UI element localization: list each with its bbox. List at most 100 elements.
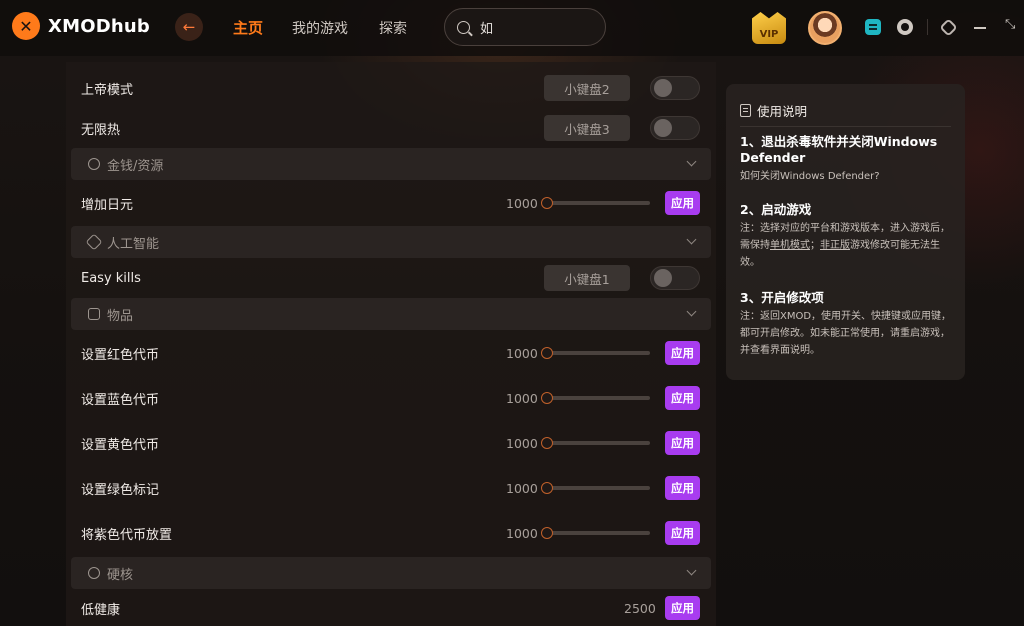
apply-button[interactable]: 应用 (665, 341, 700, 365)
non-official-text: 非正版 (820, 240, 850, 251)
value-slider[interactable] (541, 197, 650, 209)
section-money[interactable]: 金钱/资源 (71, 148, 711, 180)
section-items[interactable]: 物品 (71, 298, 711, 330)
mod-row-purple-token: 将紫色代币放置 1000 应用 (66, 513, 716, 553)
apply-button[interactable]: 应用 (665, 431, 700, 455)
single-player-mode-text: 单机模式 (770, 240, 810, 251)
toggle-knob (654, 79, 672, 97)
value-slider[interactable] (541, 437, 650, 449)
maximize-icon[interactable]: ⤡ (1005, 17, 1019, 33)
mod-label: 低健康 (81, 602, 121, 618)
apply-button[interactable]: 应用 (665, 521, 700, 545)
mod-label: Easy kills (81, 270, 141, 286)
vip-badge[interactable]: VIP (752, 12, 786, 44)
user-avatar[interactable] (808, 11, 842, 45)
back-button[interactable]: ← (175, 13, 203, 41)
mod-label: 上帝模式 (81, 82, 134, 98)
slider-thumb[interactable] (541, 437, 553, 449)
section-label: 物品 (107, 308, 134, 324)
section-label: 硬核 (107, 567, 134, 583)
gamepad-icon[interactable] (865, 19, 881, 35)
value-slider[interactable] (541, 347, 650, 359)
slider-value: 1000 (506, 525, 538, 541)
chevron-down-icon (686, 565, 697, 576)
step-3-title: 3、开启修改项 (740, 290, 824, 305)
xmod-logo-icon: ✕ (12, 12, 40, 40)
apply-button[interactable]: 应用 (665, 191, 700, 215)
apply-button[interactable]: 应用 (665, 476, 700, 500)
slider-thumb[interactable] (541, 392, 553, 404)
chevron-down-icon (686, 306, 697, 317)
step-1-link[interactable]: 如何关闭Windows Defender? (740, 168, 952, 185)
settings-icon[interactable] (939, 18, 958, 37)
mod-row-yellow-token: 设置黄色代币 1000 应用 (66, 423, 716, 463)
hotkey-button[interactable]: 小键盘1 (544, 265, 630, 291)
mod-toggle[interactable] (650, 116, 700, 140)
search-box[interactable] (444, 8, 606, 46)
item-box-icon (88, 308, 100, 320)
section-ai[interactable]: 人工智能 (71, 226, 711, 258)
nav-my-games[interactable]: 我的游戏 (292, 18, 348, 38)
mod-row-add-yen: 增加日元 1000 应用 (66, 183, 716, 223)
step-2-title: 2、启动游戏 (740, 202, 812, 217)
apply-button[interactable]: 应用 (665, 596, 700, 620)
back-arrow-icon: ← (182, 18, 196, 36)
step-3-note: 注：返回XMOD，使用开关、快捷键或应用键，都可开启修改。如未能正常使用，请重启… (740, 311, 952, 356)
mod-label: 无限热 (81, 122, 121, 138)
mod-row-god-mode: 上帝模式 小键盘2 (66, 68, 716, 108)
app-logo-text: XMODhub (48, 15, 150, 37)
mod-label: 将紫色代币放置 (81, 527, 173, 543)
mod-label: 设置黄色代币 (81, 437, 160, 453)
mod-row-infinite-heat: 无限热 小键盘3 (66, 108, 716, 148)
slider-thumb[interactable] (541, 197, 553, 209)
slider-thumb[interactable] (541, 527, 553, 539)
section-label: 金钱/资源 (107, 158, 164, 174)
slider-thumb[interactable] (541, 347, 553, 359)
mod-toggle[interactable] (650, 266, 700, 290)
ai-icon (85, 233, 103, 251)
notification-icon[interactable] (897, 19, 913, 35)
search-icon (457, 20, 470, 34)
slider-value: 1000 (506, 390, 538, 406)
hotkey-button[interactable]: 小键盘3 (544, 115, 630, 141)
top-bar: ✕ XMODhub ← 主页 我的游戏 探索 VIP ⤡ (0, 0, 1024, 56)
nav-home[interactable]: 主页 (233, 17, 263, 38)
minimize-icon[interactable] (974, 27, 986, 29)
document-icon (740, 104, 751, 117)
mod-row-low-health: 低健康 2500 应用 (66, 588, 716, 626)
instructions-title: 使用说明 (740, 101, 807, 120)
slider-value: 1000 (506, 435, 538, 451)
skull-icon (88, 567, 100, 579)
slider-value: 1000 (506, 480, 538, 496)
chevron-down-icon (686, 156, 697, 167)
step-2-note: 注：选择对应的平台和游戏版本，进入游戏后，需保持单机模式；非正版游戏修改可能无法… (740, 223, 950, 268)
search-input[interactable] (480, 19, 590, 35)
hotkey-button[interactable]: 小键盘2 (544, 75, 630, 101)
toggle-knob (654, 119, 672, 137)
mod-row-green-mark: 设置绿色标记 1000 应用 (66, 468, 716, 508)
instructions-panel: 使用说明 1、退出杀毒软件并关闭Windows Defender 如何关闭Win… (726, 84, 965, 380)
mod-row-blue-token: 设置蓝色代币 1000 应用 (66, 378, 716, 418)
mod-label: 增加日元 (81, 197, 134, 213)
apply-button[interactable]: 应用 (665, 386, 700, 410)
money-bag-icon (88, 158, 100, 170)
mod-row-red-token: 设置红色代币 1000 应用 (66, 333, 716, 373)
mod-label: 设置红色代币 (81, 347, 160, 363)
step-1-title: 1、退出杀毒软件并关闭Windows Defender (740, 134, 938, 165)
toolbar-divider (927, 19, 928, 35)
value-slider[interactable] (541, 392, 650, 404)
value-slider[interactable] (541, 482, 650, 494)
section-hardcore[interactable]: 硬核 (71, 557, 711, 589)
toggle-knob (654, 269, 672, 287)
slider-value: 1000 (506, 195, 538, 211)
mod-value: 2500 (624, 600, 656, 616)
mod-row-easy-kills: Easy kills 小键盘1 (66, 258, 716, 298)
nav-explore[interactable]: 探索 (379, 18, 407, 38)
mod-label: 设置绿色标记 (81, 482, 160, 498)
value-slider[interactable] (541, 527, 650, 539)
mod-list-panel: 上帝模式 小键盘2 无限热 小键盘3 金钱/资源 增加日元 1000 应用 人工… (66, 62, 716, 626)
slider-thumb[interactable] (541, 482, 553, 494)
mod-label: 设置蓝色代币 (81, 392, 160, 408)
mod-toggle[interactable] (650, 76, 700, 100)
app-logo[interactable]: ✕ XMODhub (12, 12, 150, 40)
